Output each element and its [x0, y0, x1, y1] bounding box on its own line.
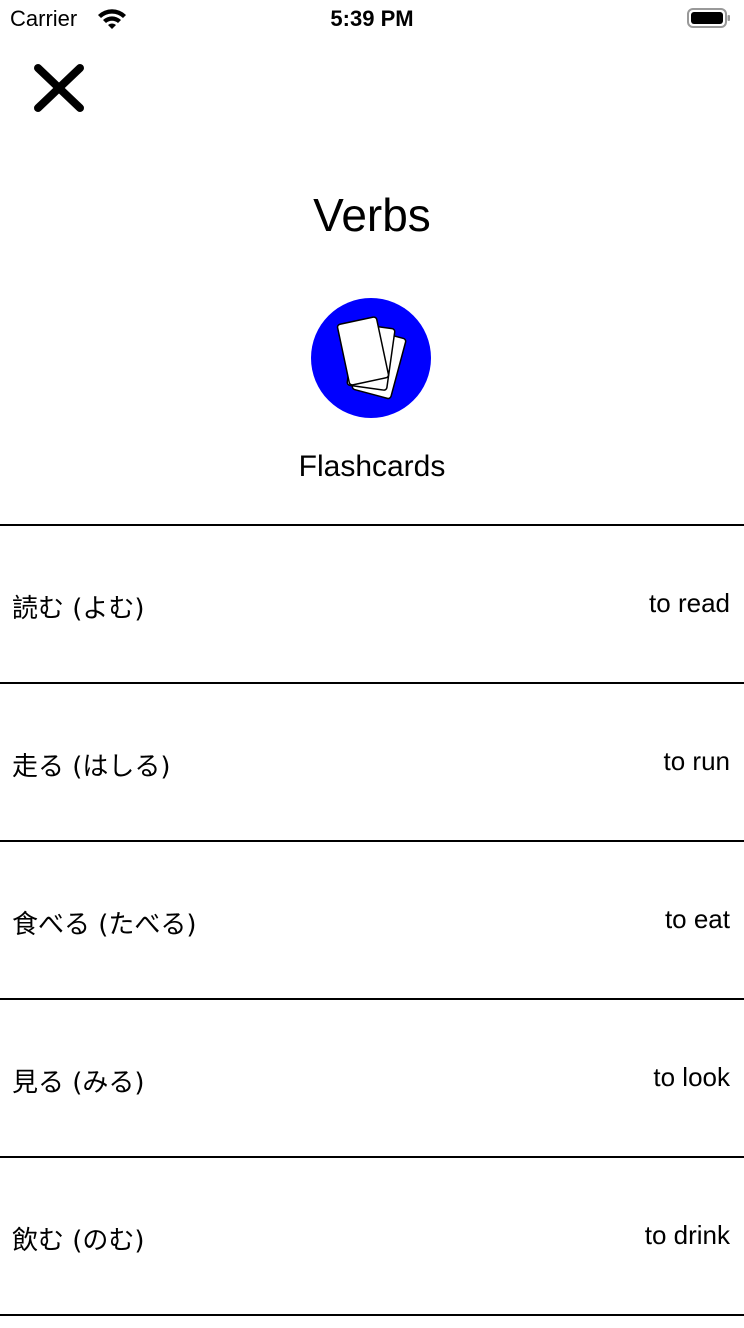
close-icon	[34, 64, 84, 112]
word-list: 読む (よむ) to read 走る (はしる) to run 食べる (たべる…	[0, 524, 744, 1316]
flashcards-label[interactable]: Flashcards	[0, 450, 744, 484]
word-row[interactable]: 飲む (のむ) to drink	[0, 1158, 744, 1314]
word-row[interactable]: 走る (はしる) to run	[0, 684, 744, 840]
word-row[interactable]: 見る (みる) to look	[0, 1000, 744, 1156]
word-row[interactable]: 読む (よむ) to read	[0, 526, 744, 682]
flashcards-icon	[311, 298, 431, 418]
battery-full-icon	[687, 8, 730, 28]
word-japanese: 読む (よむ)	[12, 594, 145, 624]
flashcards-button[interactable]	[311, 298, 431, 418]
page-title: Verbs	[313, 189, 431, 241]
status-bar: Carrier 5:39 PM	[0, 0, 744, 40]
word-japanese: 食べる (たべる)	[12, 910, 197, 940]
word-japanese: 走る (はしる)	[12, 752, 171, 782]
word-japanese: 見る (みる)	[12, 1068, 145, 1098]
word-row[interactable]: 食べる (たべる) to eat	[0, 842, 744, 998]
word-english: to read	[649, 588, 730, 618]
word-japanese: 飲む (のむ)	[12, 1226, 145, 1256]
word-english: to run	[663, 746, 731, 776]
close-button[interactable]	[30, 60, 88, 116]
word-english: to eat	[664, 904, 730, 934]
status-time: 5:39 PM	[330, 6, 414, 31]
divider	[0, 1314, 744, 1316]
word-english: to look	[653, 1062, 730, 1092]
word-english: to drink	[644, 1220, 730, 1250]
